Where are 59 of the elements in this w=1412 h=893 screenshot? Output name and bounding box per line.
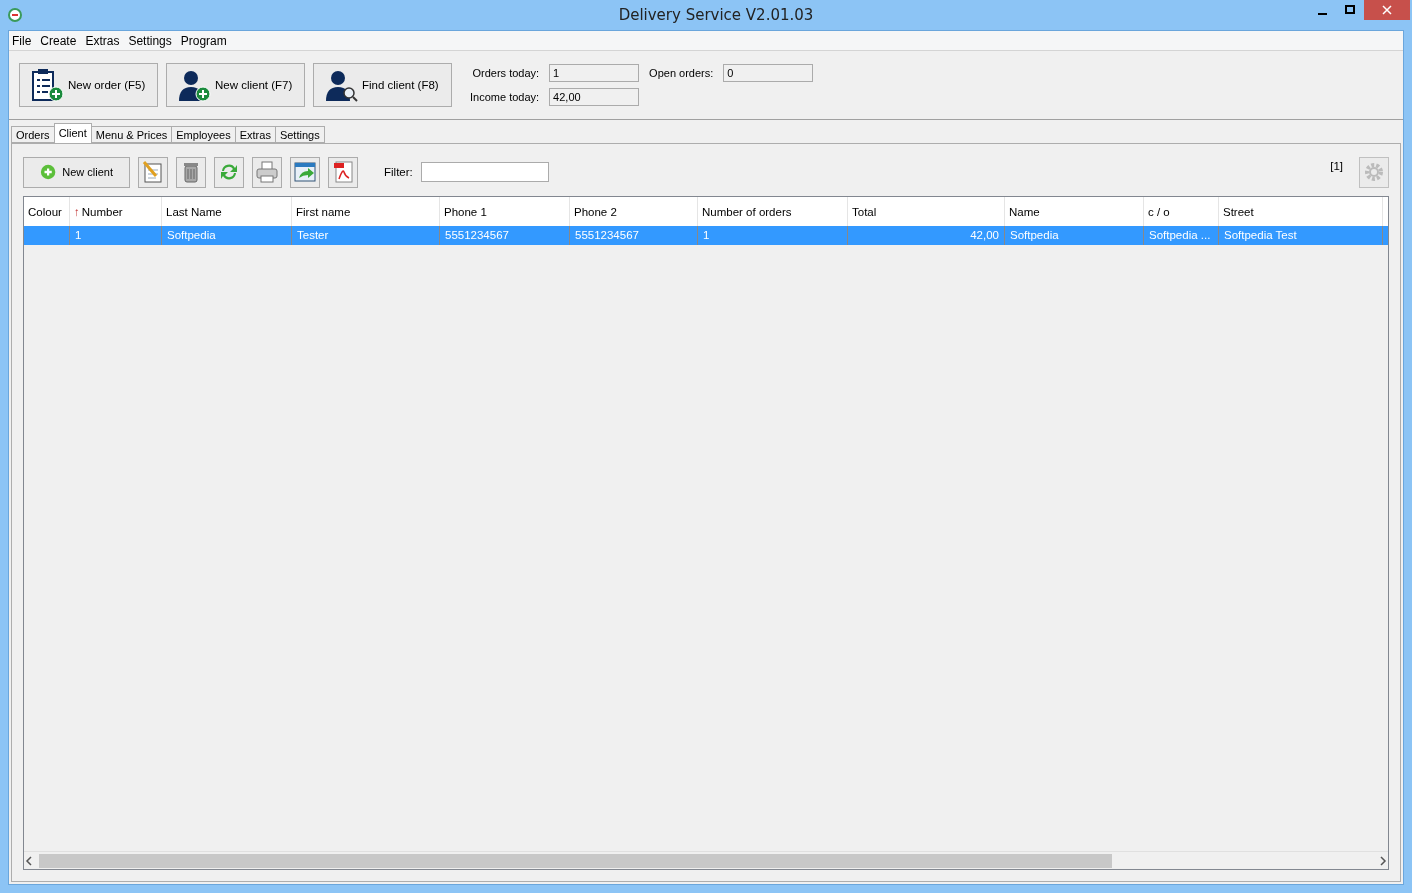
toolbar-button[interactable]: New order (F5) bbox=[19, 63, 158, 107]
settings-icon bbox=[1363, 161, 1385, 183]
tool-button[interactable] bbox=[290, 156, 320, 188]
menu-item[interactable]: Settings bbox=[128, 33, 172, 48]
horizontal-scrollbar[interactable] bbox=[24, 851, 1388, 869]
header-label: Number bbox=[81, 205, 123, 218]
notepad-pencil-icon bbox=[141, 160, 165, 184]
stat-label: Income today: bbox=[470, 91, 540, 103]
filter-label: Filter: bbox=[384, 166, 413, 178]
tool-button[interactable] bbox=[176, 156, 206, 188]
clipboard-add-icon bbox=[30, 68, 64, 102]
minimize-icon bbox=[1317, 13, 1327, 15]
tool-button[interactable] bbox=[252, 156, 282, 188]
tool-button[interactable] bbox=[214, 156, 244, 188]
header-label: Phone 1 bbox=[444, 205, 487, 218]
person-add-icon bbox=[177, 68, 211, 102]
close-icon bbox=[1382, 5, 1392, 15]
menu-item[interactable]: File bbox=[12, 33, 32, 48]
stat-label: Orders today: bbox=[471, 67, 540, 79]
record-count: [1] bbox=[1330, 160, 1343, 172]
header-label: Phone 2 bbox=[574, 205, 617, 218]
header-label: Colour bbox=[28, 205, 62, 218]
tab[interactable]: Settings bbox=[274, 126, 325, 143]
menu-item[interactable]: Extras bbox=[85, 33, 120, 48]
tab[interactable]: Employees bbox=[171, 126, 236, 143]
person-search-icon bbox=[324, 68, 358, 102]
maximize-icon bbox=[1345, 5, 1355, 15]
tab[interactable]: Client bbox=[53, 123, 92, 143]
stat-field: 0 bbox=[723, 64, 814, 82]
new-client-button[interactable]: New client bbox=[23, 156, 130, 188]
plus-circle-icon bbox=[40, 163, 57, 181]
tab[interactable]: Menu & Prices bbox=[90, 126, 173, 143]
header-label: Number of orders bbox=[702, 205, 792, 218]
stat-label: Open orders: bbox=[649, 67, 714, 79]
menu-item[interactable]: Create bbox=[40, 33, 77, 48]
app-icon bbox=[8, 8, 22, 22]
printer-icon bbox=[255, 160, 279, 184]
window-title: Delivery Service V2.01.03 bbox=[618, 6, 814, 24]
settings-button[interactable] bbox=[1359, 156, 1389, 188]
tool-button[interactable] bbox=[138, 156, 168, 188]
sort-arrow: ↑ bbox=[74, 205, 80, 218]
toolbar-button[interactable]: Find client (F8) bbox=[313, 63, 452, 107]
scroll-left-icon[interactable] bbox=[24, 855, 34, 866]
header-label: c / o bbox=[1148, 205, 1170, 218]
header-label: First name bbox=[296, 205, 351, 218]
header-label: Name bbox=[1009, 205, 1040, 218]
menu-item[interactable]: Program bbox=[180, 33, 227, 48]
tool-button[interactable] bbox=[328, 156, 358, 188]
tab[interactable]: Extras bbox=[234, 126, 276, 143]
header-label: Total bbox=[852, 205, 877, 218]
header-label: Last Name bbox=[166, 205, 222, 218]
pdf-icon bbox=[331, 160, 355, 184]
toolbar-button[interactable]: New client (F7) bbox=[166, 63, 305, 107]
stat-field: 1 bbox=[549, 64, 640, 82]
filter-field[interactable] bbox=[420, 162, 549, 182]
scroll-right-icon[interactable] bbox=[1378, 855, 1388, 866]
header-label: Street bbox=[1223, 205, 1254, 218]
stat-field: 42,00 bbox=[549, 88, 640, 106]
tab[interactable]: Orders bbox=[11, 126, 55, 143]
